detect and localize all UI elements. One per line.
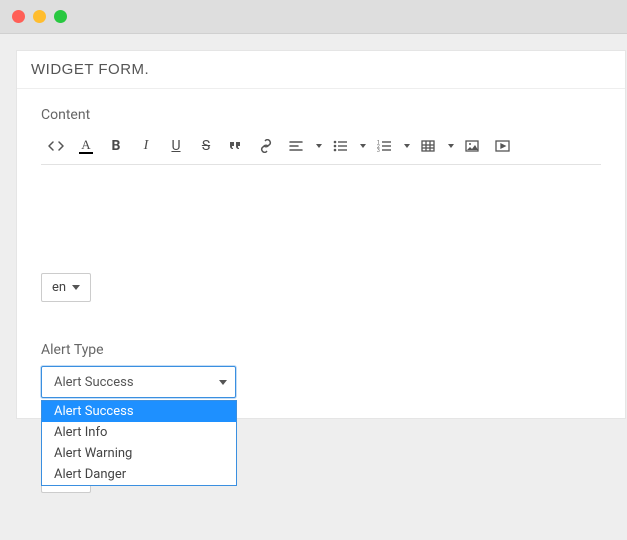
widget-form-card: WIDGET FORM. Content A [16, 50, 626, 419]
editor-toolbar: A B I U S [41, 131, 601, 165]
chevron-down-icon [219, 380, 227, 385]
underline-icon: U [171, 138, 180, 154]
strikethrough-button[interactable]: S [191, 131, 221, 161]
strikethrough-icon: S [202, 138, 210, 154]
chevron-down-icon [316, 144, 322, 148]
italic-icon: I [144, 138, 149, 154]
video-icon [494, 139, 511, 153]
app-window: WIDGET FORM. Content A [0, 0, 627, 540]
font-color-icon: A [81, 138, 90, 151]
font-color-button[interactable]: A [71, 131, 101, 161]
window-close-button[interactable] [12, 10, 25, 23]
window-minimize-button[interactable] [33, 10, 46, 23]
card-title: WIDGET FORM. [17, 51, 625, 89]
alert-type-option-info[interactable]: Alert Info [42, 422, 236, 443]
code-view-button[interactable] [41, 131, 71, 161]
alert-type-label: Alert Type [41, 342, 601, 358]
language-value: en [52, 280, 66, 295]
ordered-list-button[interactable]: 1 2 3 [369, 131, 413, 161]
list-ol-icon: 1 2 3 [376, 139, 392, 153]
alert-type-option-success[interactable]: Alert Success [42, 401, 236, 422]
titlebar [0, 0, 627, 34]
chevron-down-icon [72, 285, 80, 290]
chevron-down-icon [448, 144, 454, 148]
card-body: Content A B [17, 89, 625, 418]
link-button[interactable] [251, 131, 281, 161]
italic-button[interactable]: I [131, 131, 161, 161]
language-select[interactable]: en [41, 273, 91, 302]
chevron-down-icon [404, 144, 410, 148]
alert-type-select[interactable]: Alert Success [41, 366, 236, 398]
alert-type-value: Alert Success [54, 375, 134, 390]
alert-type-option-danger[interactable]: Alert Danger [42, 464, 236, 485]
content-editor[interactable] [41, 165, 601, 255]
quote-button[interactable] [221, 131, 251, 161]
image-icon [464, 139, 480, 153]
quote-icon [228, 139, 244, 153]
language-field: en [41, 273, 601, 302]
alert-type-dropdown: Alert Success Alert Info Alert Warning A… [41, 400, 237, 486]
list-ul-icon [332, 139, 348, 153]
image-button[interactable] [457, 131, 487, 161]
chevron-down-icon [360, 144, 366, 148]
video-button[interactable] [487, 131, 517, 161]
align-icon [288, 139, 304, 153]
window-zoom-button[interactable] [54, 10, 67, 23]
unordered-list-button[interactable] [325, 131, 369, 161]
table-button[interactable] [413, 131, 457, 161]
link-icon [258, 139, 274, 153]
underline-button[interactable]: U [161, 131, 191, 161]
content-field: Content A B [41, 107, 601, 255]
table-icon [420, 139, 436, 153]
content-area: WIDGET FORM. Content A [0, 34, 627, 419]
alert-type-option-warning[interactable]: Alert Warning [42, 443, 236, 464]
align-button[interactable] [281, 131, 325, 161]
code-icon [47, 139, 65, 153]
alert-type-field: Alert Type Alert Success Alert Success A… [41, 342, 601, 398]
font-color-bar [79, 152, 93, 154]
bold-button[interactable]: B [101, 131, 131, 161]
bold-icon: B [112, 138, 121, 154]
svg-text:3: 3 [377, 148, 380, 153]
content-label: Content [41, 107, 601, 123]
